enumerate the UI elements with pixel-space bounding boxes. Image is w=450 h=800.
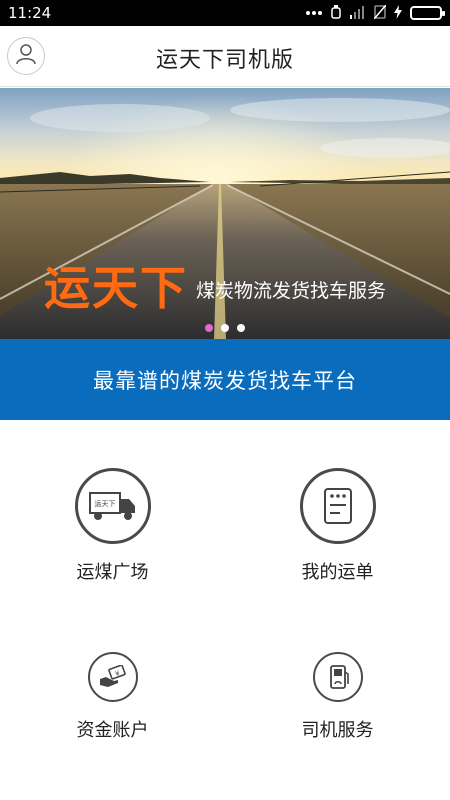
carousel-dot[interactable] [205, 324, 213, 332]
battery-icon [410, 6, 445, 20]
truck-icon: 运天下 [74, 468, 151, 544]
status-icons [306, 4, 445, 23]
charging-icon [394, 4, 402, 23]
menu-item-label: 我的运单 [301, 562, 374, 583]
menu-item-fund-account[interactable]: ¥ 资金账户 [0, 652, 225, 742]
money-hand-icon: ¥ [87, 652, 138, 702]
status-bar: 11:24 [0, 0, 450, 26]
truck-badge-text: 运天下 [94, 500, 115, 508]
menu-item-label: 司机服务 [301, 720, 374, 741]
page-title: 运天下司机版 [155, 48, 294, 73]
banner-carousel[interactable]: 运天下 煤炭物流发货找车服务 [0, 88, 450, 339]
menu-item-label: 运煤广场 [76, 562, 149, 583]
carousel-dot[interactable] [221, 324, 229, 332]
alarm-icon [330, 4, 342, 23]
menu-item-label: 资金账户 [76, 720, 149, 741]
carousel-dot[interactable] [237, 324, 245, 332]
menu-item-my-waybill[interactable]: 我的运单 [225, 468, 450, 584]
slogan-bar: 最靠谱的煤炭发货找车平台 [0, 339, 450, 420]
more-icon [306, 11, 322, 15]
menu-item-coal-square[interactable]: 运天下 运煤广场 [0, 468, 225, 584]
status-time: 11:24 [8, 4, 52, 22]
no-sim-icon [373, 4, 387, 23]
app-header: 运天下司机版 [0, 26, 450, 87]
menu-item-driver-service[interactable]: 司机服务 [225, 652, 450, 742]
carousel-indicator [0, 324, 450, 332]
slogan-text: 最靠谱的煤炭发货找车平台 [93, 368, 357, 393]
svg-text:¥: ¥ [114, 669, 121, 678]
banner-tagline: 煤炭物流发货找车服务 [196, 280, 387, 302]
signal-icon [350, 4, 366, 23]
fuel-pump-icon [312, 652, 363, 702]
waybill-icon [299, 468, 376, 544]
banner-brand: 运天下 [44, 261, 188, 315]
